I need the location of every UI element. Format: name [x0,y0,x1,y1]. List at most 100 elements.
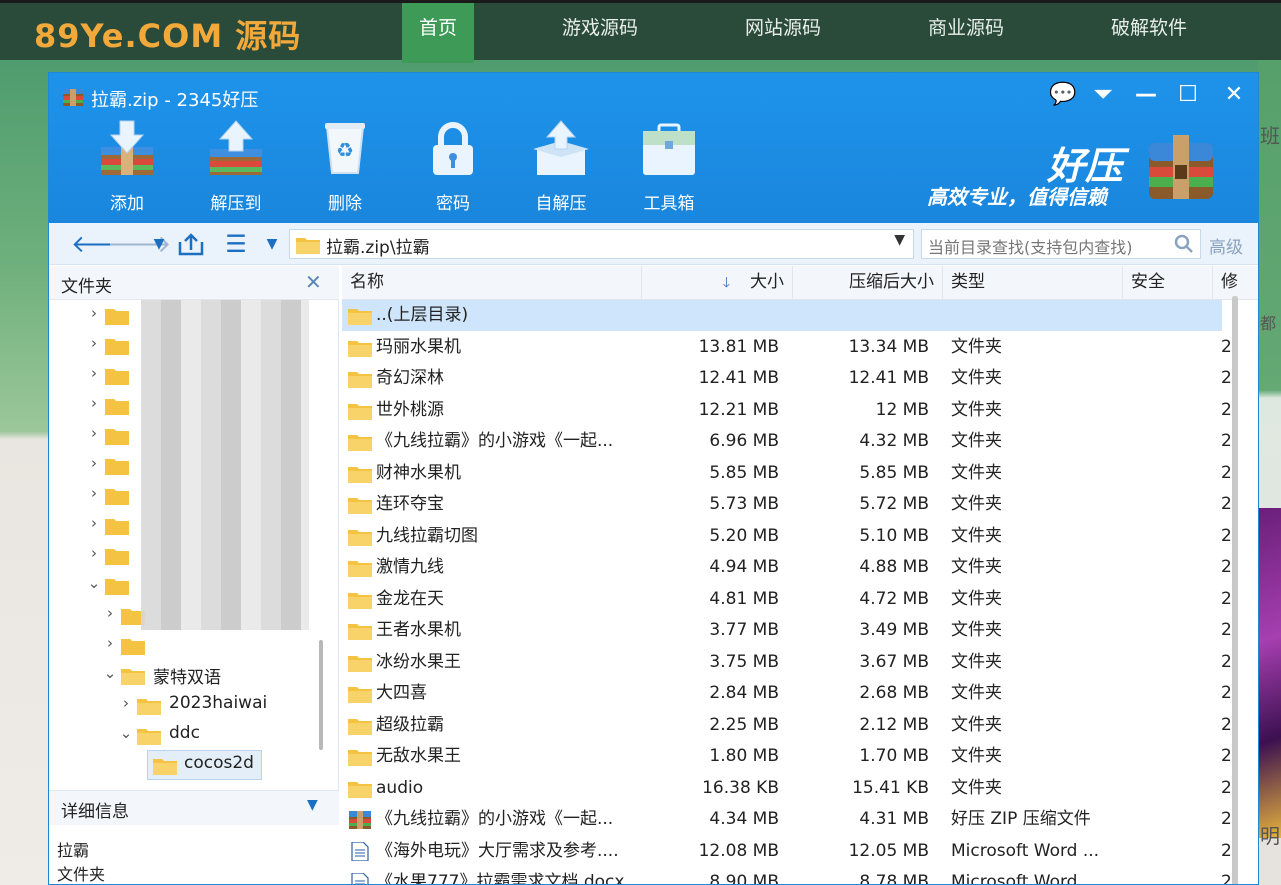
column-type[interactable]: 类型 [943,266,1123,300]
table-row[interactable]: 《九线拉霸》的小游戏《一起... 4.34 MB 4.31 MB 好压 ZIP 压缩文… [342,804,1232,835]
menu-dropdown-button[interactable]: ⏷ [1084,79,1122,111]
folder-icon [348,655,372,672]
table-row[interactable]: 《水果777》拉霸需求文档.docx 8.90 MB 8.78 MB Microsof… [342,867,1232,884]
word-document-icon [351,873,369,884]
nav-web-source[interactable]: 网站源码 [731,3,835,63]
folder-icon [296,238,320,254]
nav-game-source[interactable]: 游戏源码 [548,3,652,63]
add-archive-icon [101,120,153,175]
up-level-button[interactable] [176,229,206,259]
table-row[interactable]: 《九线拉霸》的小游戏《一起... 6.96 MB 4.32 MB 文件夹 2 [342,426,1232,457]
table-row[interactable]: 王者水果机 3.77 MB 3.49 MB 文件夹 2 [342,615,1232,646]
table-row[interactable]: 激情九线 4.94 MB 4.88 MB 文件夹 2 [342,552,1232,583]
path-field[interactable]: 拉霸.zip\拉霸 ▼ [289,229,914,259]
self-extract-button[interactable]: 自解压 [521,119,601,215]
collapse-chevron-icon[interactable]: › [119,694,133,712]
row-type: 文件夹 [951,399,1002,420]
row-packed-size: 5.72 MB [859,494,929,514]
table-row[interactable]: 金龙在天 4.81 MB 4.72 MB 文件夹 2 [342,584,1232,615]
row-name: 《海外电玩》大厅需求及参考.... [376,840,619,861]
details-header[interactable]: 详细信息 ▼ [49,791,339,825]
table-row[interactable]: 奇幻深林 12.41 MB 12.41 MB 文件夹 2 [342,363,1232,394]
row-size: 5.20 MB [709,525,779,546]
row-size: 3.77 MB [709,620,779,640]
close-button[interactable]: ✕ [1215,79,1253,111]
tree-item-label: cocos2d [184,753,254,773]
view-mode-dropdown[interactable]: ▼ [257,229,287,259]
advanced-search-button[interactable]: 高级 [1209,233,1243,258]
history-dropdown-button[interactable]: ▼ [144,229,174,259]
view-mode-button[interactable]: ☰ [221,229,251,259]
delete-button[interactable]: ♻ 删除 [305,119,385,215]
column-size[interactable]: 🡓 大小 [642,266,793,300]
column-security[interactable]: 安全 [1123,266,1213,300]
brand-slogan: 高效专业，值得信赖 [927,185,1107,209]
table-row[interactable]: 超级拉霸 2.25 MB 2.12 MB 文件夹 2 [342,710,1232,741]
edge-glyph: 班 [1260,124,1280,148]
toolbox-button[interactable]: 工具箱 [629,119,709,215]
forward-button[interactable]: 🡒 [107,229,171,259]
column-modified[interactable]: 修 [1213,266,1253,300]
scrollbar-thumb[interactable] [1232,296,1238,884]
row-packed-size: 4.88 MB [859,557,929,577]
tree-item-ddc[interactable]: ⌄ ddc [49,720,324,750]
row-type: 文件夹 [951,777,1002,798]
extract-to-button[interactable]: 解压到 [196,119,276,215]
folder-icon [121,669,145,685]
back-button[interactable]: 🡐 [71,229,135,259]
row-size: 12.41 MB [698,368,779,388]
promo-banner-image[interactable] [1258,508,1281,838]
nav-business-source[interactable]: 商业源码 [914,3,1018,63]
tree-item[interactable]: › [49,630,324,660]
table-row[interactable]: 冰纷水果王 3.75 MB 3.67 MB 文件夹 2 [342,647,1232,678]
tree-item-mengte[interactable]: ⌄ 蒙特双语 [49,660,324,690]
table-row[interactable]: 财神水果机 5.85 MB 5.85 MB 文件夹 2 [342,458,1232,489]
path-dropdown-icon[interactable]: ▼ [894,232,905,248]
table-row[interactable]: 《海外电玩》大厅需求及参考.... 12.08 MB 12.05 MB Microso… [342,836,1232,867]
table-row[interactable]: 连环夺宝 5.73 MB 5.72 MB 文件夹 2 [342,489,1232,520]
folder-icon [121,639,145,655]
row-size: 6.96 MB [709,431,779,451]
row-name: 世外桃源 [376,399,444,420]
folder-tree: › › › › › › › › › ⌄ › › ⌄ 蒙特双语 › 2023hai… [49,300,339,780]
expand-chevron-icon[interactable]: ⌄ [103,664,117,682]
tree-scrollbar[interactable] [319,640,323,750]
row-type: 文件夹 [951,588,1002,609]
add-button[interactable]: 添加 [87,119,167,215]
website-logo[interactable]: 89Ye.COM 源码 [34,11,301,57]
titlebar: 拉霸.zip - 2345好压 💬 ⏷ — ☐ ✕ 添加 解压到 ♻ 删除 密码… [49,73,1258,223]
word-document-icon [351,841,369,861]
tree-item-label: 2023haiwai [169,693,268,713]
file-list-scrollbar[interactable] [1232,296,1238,884]
table-row[interactable]: 无敌水果王 1.80 MB 1.70 MB 文件夹 2 [342,741,1232,772]
tree-item-cocos2d[interactable]: cocos2d [49,750,324,780]
folder-icon [348,498,372,514]
row-size: 5.73 MB [709,494,779,514]
close-icon[interactable]: ✕ [305,270,322,294]
folder-icon [105,489,129,505]
column-name[interactable]: 名称 [342,266,642,300]
redacted-region [141,300,309,630]
file-list: 名称 🡓 大小 压缩后大小 类型 安全 修 ..(上层目录) 玛丽水果机 13.81 … [342,266,1258,884]
table-row[interactable]: audio 16.38 KB 15.41 KB 文件夹 2 [342,773,1232,804]
search-icon[interactable] [1174,234,1194,254]
nav-cracked-software[interactable]: 破解软件 [1097,3,1201,63]
table-row[interactable]: 九线拉霸切图 5.20 MB 5.10 MB 文件夹 2 [342,521,1232,552]
address-bar: 🡐 🡒 ▼ ☰ ▼ 拉霸.zip\拉霸 ▼ 当前目录查找(支持包内查找) 高级 [49,223,1258,265]
table-row[interactable]: 大四喜 2.84 MB 2.68 MB 文件夹 2 [342,678,1232,709]
maximize-button[interactable]: ☐ [1169,79,1207,111]
expand-chevron-icon[interactable]: ⌄ [119,724,133,742]
search-field[interactable]: 当前目录查找(支持包内查找) [921,229,1201,259]
table-row[interactable]: 世外桃源 12.21 MB 12 MB 文件夹 2 [342,395,1232,426]
feedback-button[interactable]: 💬 [1044,79,1082,111]
row-packed-size: 15.41 KB [852,777,929,798]
minimize-button[interactable]: — [1127,79,1165,111]
column-packed-size[interactable]: 压缩后大小 [793,266,943,300]
tree-item-2023haiwai[interactable]: › 2023haiwai [49,690,324,720]
nav-home[interactable]: 首页 [402,3,474,63]
parent-directory-row[interactable]: ..(上层目录) [342,300,1222,331]
chevron-down-icon[interactable]: ▼ [307,797,318,813]
row-packed-size: 2.12 MB [859,714,929,735]
password-button[interactable]: 密码 [413,119,493,215]
table-row[interactable]: 玛丽水果机 13.81 MB 13.34 MB 文件夹 2 [342,332,1232,363]
